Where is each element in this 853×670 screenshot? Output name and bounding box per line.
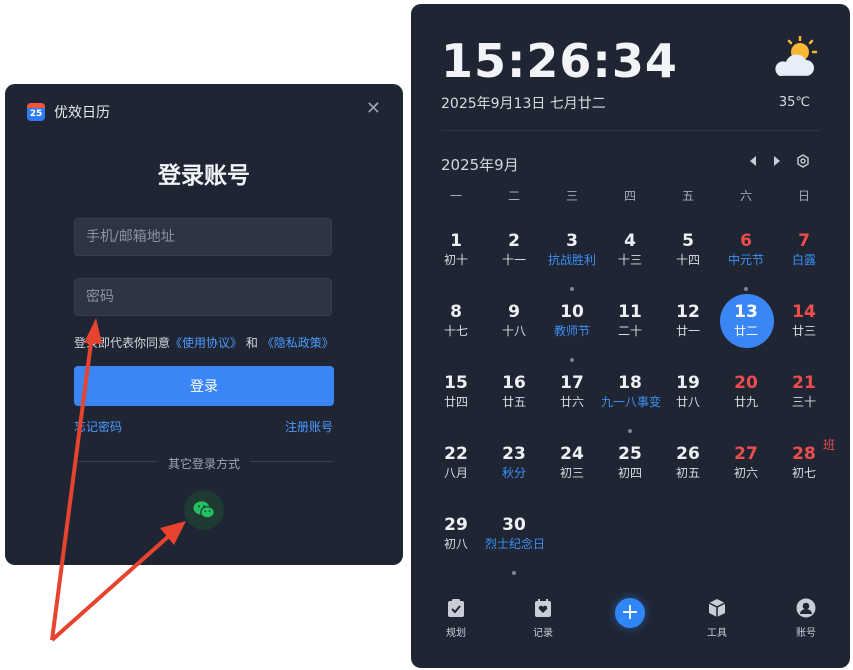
- red-arrow-to-wechat: [50, 521, 186, 642]
- red-arrow-to-password: [50, 318, 102, 641]
- annotation-arrows: [50, 318, 186, 642]
